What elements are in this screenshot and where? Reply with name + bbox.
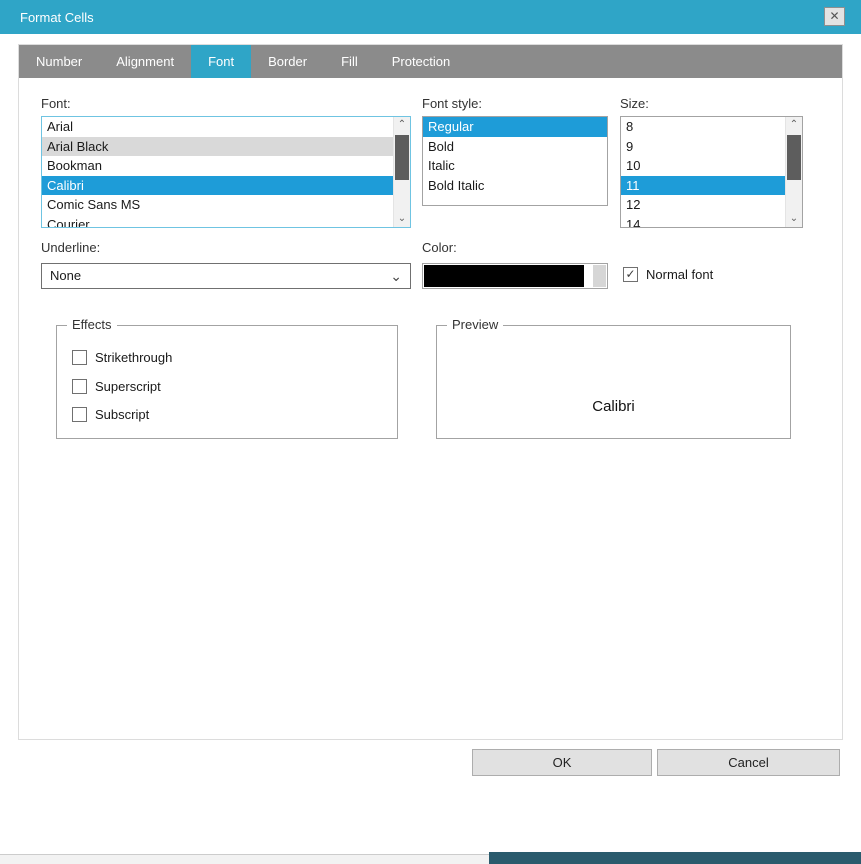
color-picker[interactable]: [422, 263, 608, 289]
size-list-item[interactable]: 10: [621, 156, 785, 176]
preview-group: Preview Calibri: [436, 325, 791, 439]
normal-font-checkbox[interactable]: ✓ Normal font: [623, 267, 713, 282]
size-list: 8 9 10 11 12 14 ⌃ ⌄: [620, 116, 803, 228]
underline-value: None: [50, 268, 81, 283]
font-list-scrollbar[interactable]: ⌃ ⌄: [393, 117, 410, 227]
dialog-titlebar: Format Cells: [0, 0, 861, 34]
color-strip: [593, 265, 606, 287]
page-bottom-strip-light: [0, 854, 489, 864]
size-list-item[interactable]: 14: [621, 215, 785, 229]
tab-number[interactable]: Number: [19, 45, 99, 78]
dialog-title: Format Cells: [20, 10, 94, 25]
tab-font[interactable]: Font: [191, 45, 251, 78]
font-list-item[interactable]: Arial: [42, 117, 393, 137]
cancel-button[interactable]: Cancel: [657, 749, 840, 776]
close-button[interactable]: ✕: [824, 7, 845, 26]
size-list-item[interactable]: 8: [621, 117, 785, 137]
font-list-item-selected[interactable]: Calibri: [42, 176, 393, 196]
dialog-body: Number Alignment Font Border Fill Protec…: [18, 44, 843, 740]
scrollbar-thumb[interactable]: [395, 135, 409, 180]
font-style-item-selected[interactable]: Regular: [423, 117, 607, 137]
underline-dropdown[interactable]: None ⌄: [41, 263, 411, 289]
font-style-list: Regular Bold Italic Bold Italic: [422, 116, 608, 206]
size-list-scrollbar[interactable]: ⌃ ⌄: [785, 117, 802, 227]
font-style-item[interactable]: Bold: [423, 137, 607, 157]
effects-group: Effects Strikethrough Superscript Subscr…: [56, 325, 398, 439]
tab-border[interactable]: Border: [251, 45, 324, 78]
size-list-item[interactable]: 12: [621, 195, 785, 215]
checkbox-unchecked: [72, 407, 87, 422]
font-style-label: Font style:: [422, 96, 482, 111]
tab-bar: Number Alignment Font Border Fill Protec…: [19, 45, 842, 78]
font-label: Font:: [41, 96, 71, 111]
scroll-up-button[interactable]: ⌃: [786, 117, 802, 133]
subscript-label: Subscript: [95, 407, 149, 422]
chevron-down-icon: ⌄: [390, 264, 402, 288]
color-label: Color:: [422, 240, 457, 255]
size-label: Size:: [620, 96, 649, 111]
normal-font-label: Normal font: [646, 267, 713, 282]
scroll-down-button[interactable]: ⌄: [394, 211, 410, 227]
tab-fill[interactable]: Fill: [324, 45, 375, 78]
font-list-item[interactable]: Comic Sans MS: [42, 195, 393, 215]
close-icon: ✕: [829, 9, 839, 23]
checkbox-checked: ✓: [623, 267, 638, 282]
chevron-up-icon: ⌃: [790, 119, 798, 130]
chevron-down-icon: ⌄: [790, 213, 798, 224]
effects-group-title: Effects: [67, 317, 117, 332]
preview-text: Calibri: [437, 398, 790, 415]
font-list-item[interactable]: Bookman: [42, 156, 393, 176]
strikethrough-label: Strikethrough: [95, 350, 172, 365]
scrollbar-thumb[interactable]: [787, 135, 801, 180]
size-list-item-selected[interactable]: 11: [621, 176, 785, 196]
color-gap: [584, 264, 593, 288]
ok-button[interactable]: OK: [472, 749, 652, 776]
color-swatch: [424, 265, 584, 287]
chevron-down-icon: ⌄: [398, 213, 406, 224]
strikethrough-checkbox[interactable]: Strikethrough: [72, 350, 172, 365]
superscript-label: Superscript: [95, 379, 161, 394]
font-style-item[interactable]: Italic: [423, 156, 607, 176]
subscript-checkbox[interactable]: Subscript: [72, 407, 149, 422]
page-bottom-strip-dark: [489, 852, 861, 864]
scroll-down-button[interactable]: ⌄: [786, 211, 802, 227]
tab-protection[interactable]: Protection: [375, 45, 468, 78]
superscript-checkbox[interactable]: Superscript: [72, 379, 161, 394]
tab-alignment[interactable]: Alignment: [99, 45, 191, 78]
preview-group-title: Preview: [447, 317, 503, 332]
checkbox-unchecked: [72, 350, 87, 365]
checkmark-icon: ✓: [625, 267, 635, 281]
size-list-item[interactable]: 9: [621, 137, 785, 157]
font-list: Arial Arial Black Bookman Calibri Comic …: [41, 116, 411, 228]
checkbox-unchecked: [72, 379, 87, 394]
font-list-item[interactable]: Courier: [42, 215, 393, 229]
font-list-item[interactable]: Arial Black: [42, 137, 393, 157]
chevron-up-icon: ⌃: [398, 119, 406, 130]
underline-label: Underline:: [41, 240, 100, 255]
scroll-up-button[interactable]: ⌃: [394, 117, 410, 133]
font-style-item[interactable]: Bold Italic: [423, 176, 607, 196]
